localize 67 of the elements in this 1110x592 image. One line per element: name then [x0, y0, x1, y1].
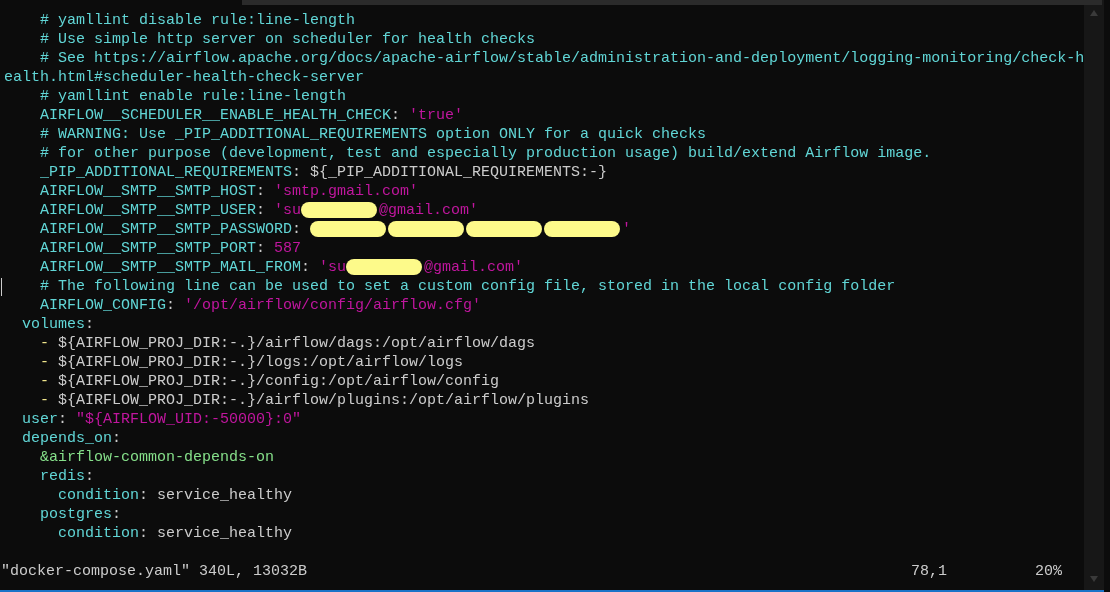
- colon: :: [391, 107, 402, 124]
- comment-text: # WARNING: Use _PIP_ADDITIONAL_REQUIREMENTS option ONLY for a quick checks: [39, 126, 707, 143]
- cursor-position: 78,1: [911, 562, 948, 581]
- colon: :: [256, 202, 267, 219]
- yaml-key: condition: [4, 487, 140, 504]
- yaml-key: redis: [4, 468, 85, 485]
- colon: :: [85, 316, 95, 333]
- list-dash: -: [39, 373, 49, 390]
- string-value: @gmail.com': [424, 259, 524, 276]
- yaml-key: AIRFLOW__SMTP__SMTP_PASSWORD: [4, 221, 293, 238]
- plain-value: ${AIRFLOW_PROJ_DIR:-.}/airflow/plugins:/opt/airflow/plugins: [57, 392, 590, 409]
- comment-text: # See https://airflow.apache.org/docs/apache-airflow/stable/administration-and-deployment/logging-monitoring/check-h: [39, 50, 1085, 67]
- yaml-key: _PIP_ADDITIONAL_REQUIREMENTS: [4, 164, 293, 181]
- comment-text: ealth.html#scheduler-health-check-server: [4, 69, 365, 86]
- yaml-key: volumes: [4, 316, 85, 333]
- colon: :: [58, 411, 69, 428]
- yaml-key: AIRFLOW__SMTP__SMTP_USER: [4, 202, 257, 219]
- scrollbar[interactable]: [1084, 0, 1104, 592]
- yaml-key: AIRFLOW__SMTP__SMTP_MAIL_FROM: [4, 259, 302, 276]
- scroll-up-icon[interactable]: [1090, 10, 1099, 16]
- yaml-key: condition: [4, 525, 140, 542]
- colon: :: [292, 164, 303, 181]
- yaml-key: AIRFLOW__SMTP__SMTP_PORT: [4, 240, 257, 257]
- string-value: 587: [274, 240, 302, 257]
- colon: :: [139, 487, 150, 504]
- plain-value: ${AIRFLOW_PROJ_DIR:-.}/config:/opt/airflow/config: [57, 373, 500, 390]
- comment-text: # for other purpose (development, test and especially production usage) build/extend Airflow image.: [39, 145, 932, 162]
- text-cursor: [1, 278, 2, 296]
- plain-value: service_healthy: [157, 525, 293, 542]
- string-value: "${AIRFLOW_UID:-50000}:0": [76, 411, 302, 428]
- comment-text: # Use simple http server on scheduler for health checks: [39, 31, 536, 48]
- list-dash: -: [39, 354, 49, 371]
- yaml-key: AIRFLOW__SMTP__SMTP_HOST: [4, 183, 257, 200]
- anchor-text: &airflow-common-depends-on: [39, 449, 275, 466]
- comment-text: # yamllint disable rule:line-length: [39, 12, 356, 29]
- yaml-key: AIRFLOW__SCHEDULER__ENABLE_HEALTH_CHECK: [4, 107, 392, 124]
- colon: :: [256, 240, 267, 257]
- scroll-percentage: 20%: [1035, 562, 1062, 581]
- colon: :: [256, 183, 267, 200]
- comment-text: # yamllint enable rule:line-length: [39, 88, 347, 105]
- yaml-key: AIRFLOW_CONFIG: [4, 297, 167, 314]
- colon: :: [112, 506, 122, 523]
- scroll-down-icon[interactable]: [1090, 576, 1099, 582]
- colon: :: [301, 259, 312, 276]
- string-value: 'su: [274, 202, 302, 219]
- status-message: "docker-compose.yaml" 340L, 13032B: [1, 562, 309, 581]
- plain-value: ${AIRFLOW_PROJ_DIR:-.}/logs:/opt/airflow/logs: [57, 354, 464, 371]
- string-value: 'true': [409, 107, 464, 124]
- yaml-key: depends_on: [4, 430, 113, 447]
- colon: :: [112, 430, 122, 447]
- plain-value: ${AIRFLOW_PROJ_DIR:-.}/airflow/dags:/opt/airflow/dags: [57, 335, 536, 352]
- string-value: 'smtp.gmail.com': [274, 183, 419, 200]
- list-dash: -: [39, 392, 49, 409]
- string-value: 'su: [319, 259, 347, 276]
- colon: :: [85, 468, 95, 485]
- yaml-key: user: [4, 411, 58, 428]
- comment-text: # The following line can be used to set a custom config file, stored in the local config folder: [39, 278, 896, 295]
- plain-value: ${_PIP_ADDITIONAL_REQUIREMENTS:-}: [310, 164, 608, 181]
- plain-value: service_healthy: [157, 487, 293, 504]
- colon: :: [292, 221, 303, 238]
- colon: :: [166, 297, 177, 314]
- string-value: '/opt/airflow/config/airflow.cfg': [184, 297, 482, 314]
- list-dash: -: [39, 335, 49, 352]
- colon: :: [139, 525, 150, 542]
- string-value: ': [622, 221, 632, 238]
- yaml-key: postgres: [4, 506, 113, 523]
- string-value: @gmail.com': [379, 202, 479, 219]
